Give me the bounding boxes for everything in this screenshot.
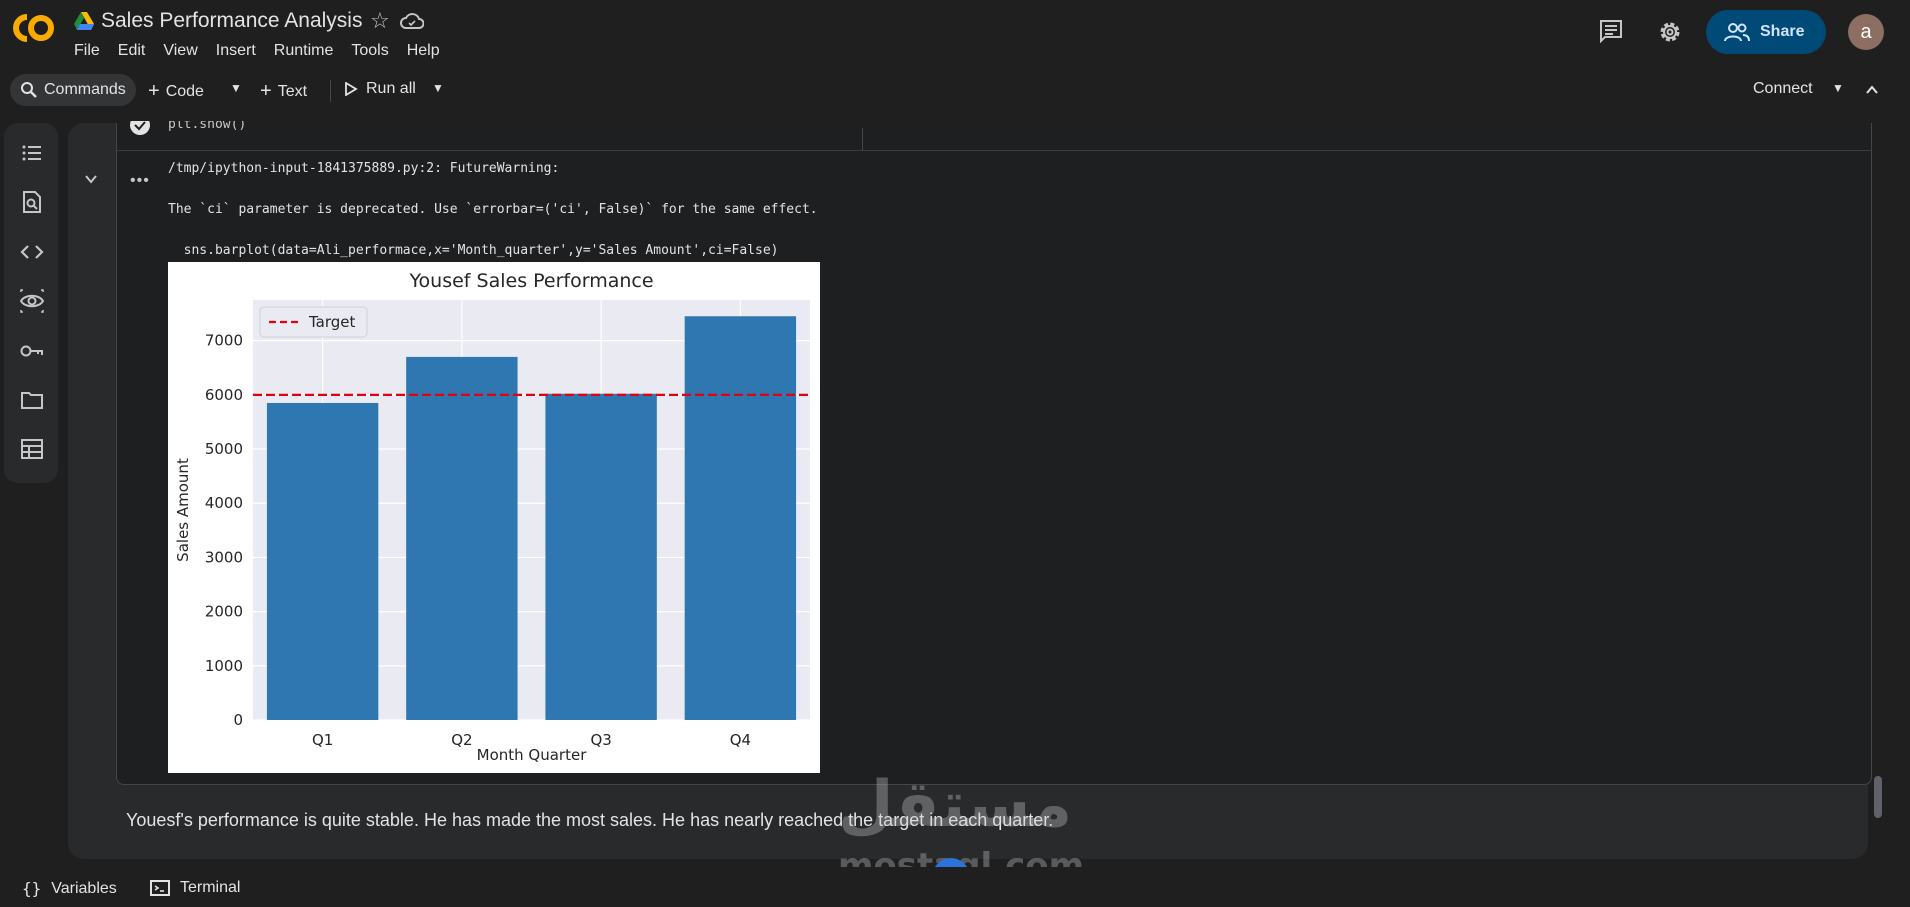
share-label: Share [1760,23,1805,40]
settings-gear-icon[interactable] [1656,18,1684,46]
output-warning-line: /tmp/ipython-input-1841375889.py:2: Futu… [168,161,560,176]
code-text: plt.show() [168,121,247,132]
bar-q1 [266,402,379,720]
bar-q3 [545,393,657,720]
y-tick-label: 6000 [205,386,243,404]
run-all-dropdown-caret-icon[interactable]: ▼ [432,81,444,95]
comment-icon[interactable] [1598,18,1624,44]
avatar[interactable]: a [1848,14,1884,50]
code-dropdown-caret-icon[interactable]: ▼ [230,81,242,95]
terminal-icon [150,880,170,896]
bar-chart-svg: 0 1000 2000 3000 4000 5000 6000 7000 Q1 Q2 Q3 Q4 Tar… [174,270,810,764]
y-tick-label: 2000 [205,603,243,621]
braces-icon: {} [22,879,42,898]
menu-tools[interactable]: Tools [351,42,388,60]
commands-label: Commands [44,81,126,98]
code-label: Code [165,82,204,100]
toolbar-divider [330,80,331,102]
x-tick-label: Q4 [730,731,751,749]
notebook-title[interactable]: Sales Performance Analysis [101,9,362,33]
top-header: Sales Performance Analysis ☆ File Edit V… [0,0,1910,70]
chart-title: Yousef Sales Performance [408,270,653,292]
variables-label: Variables [51,879,117,897]
code-snippets-icon[interactable] [20,240,44,264]
y-axis-label: Sales Amount [174,458,192,562]
plus-icon: + [148,80,160,102]
y-tick-label: 3000 [205,548,243,566]
menu-help[interactable]: Help [407,42,440,60]
bottom-status-bar: {} Variables Terminal [0,867,1910,907]
left-side-rail [4,123,58,483]
scrollbar-thumb[interactable] [1874,776,1882,818]
collapse-output-chevron-icon[interactable] [84,172,98,186]
terminal-label: Terminal [180,879,241,896]
x-tick-label: Q2 [451,731,472,749]
menu-runtime[interactable]: Runtime [274,42,334,60]
run-all-button[interactable]: Run all [344,80,416,98]
play-icon [345,82,358,96]
y-tick-label: 5000 [205,440,243,458]
x-axis-label: Month Quarter [477,746,588,764]
code-divider [862,128,863,150]
add-code-button[interactable]: + Code [148,80,204,103]
share-people-icon [1724,23,1750,42]
text-label: Text [277,82,308,100]
run-all-label: Run all [366,80,416,97]
y-tick-label: 7000 [205,332,243,350]
y-tick-label: 1000 [205,657,243,675]
share-button[interactable]: Share [1706,10,1826,54]
files-folder-icon[interactable] [20,388,44,412]
menu-file[interactable]: File [74,42,100,60]
watermark-arabic: مستقل [838,768,1073,842]
drive-icon [74,12,94,30]
add-text-button[interactable]: + Text [260,80,307,103]
terminal-button[interactable]: Terminal [150,879,240,897]
output-actions-more-icon[interactable]: ••• [130,172,150,190]
menu-view[interactable]: View [163,42,197,60]
bar-q2 [406,356,518,720]
secrets-key-icon[interactable] [20,339,44,363]
variables-inspector-eye-icon[interactable] [20,289,44,313]
star-icon[interactable]: ☆ [370,10,390,32]
code-line-plt-show[interactable]: plt.show() [168,121,246,135]
variables-button[interactable]: {} Variables [22,879,117,898]
notebook-toolbar: Commands + Code ▼ + Text Run all ▼ Conne… [0,70,1910,110]
cloud-icon[interactable] [400,12,424,30]
search-icon [21,82,37,98]
output-deprecation-line: The `ci` parameter is deprecated. Use `e… [168,202,818,217]
code-output-separator [116,150,1872,151]
menu-bar: File Edit View Insert Runtime Tools Help [74,42,458,60]
collapse-header-chevron-up-icon[interactable] [1864,82,1880,98]
connect-button[interactable]: Connect [1753,80,1813,98]
colab-logo[interactable] [10,11,56,45]
table-of-contents-icon[interactable] [20,141,44,165]
connect-dropdown-caret-icon[interactable]: ▼ [1832,81,1844,95]
output-code-line: sns.barplot(data=Ali_performace,x='Month… [168,243,779,258]
run-cell-icon[interactable] [129,121,151,137]
menu-edit[interactable]: Edit [118,42,146,60]
data-table-icon[interactable] [20,437,44,461]
legend-target-label: Target [308,313,356,331]
y-tick-label: 0 [233,711,243,729]
menu-insert[interactable]: Insert [216,42,256,60]
plus-icon: + [260,80,272,102]
commands-button[interactable]: Commands [10,74,136,106]
x-tick-label: Q3 [590,731,611,749]
y-tick-label: 4000 [205,494,243,512]
x-tick-label: Q1 [312,731,333,749]
bar-q4 [684,316,797,720]
find-replace-icon[interactable] [20,190,44,214]
bar-chart-output: 0 1000 2000 3000 4000 5000 6000 7000 Q1 Q2 Q3 Q4 Tar… [168,262,820,773]
